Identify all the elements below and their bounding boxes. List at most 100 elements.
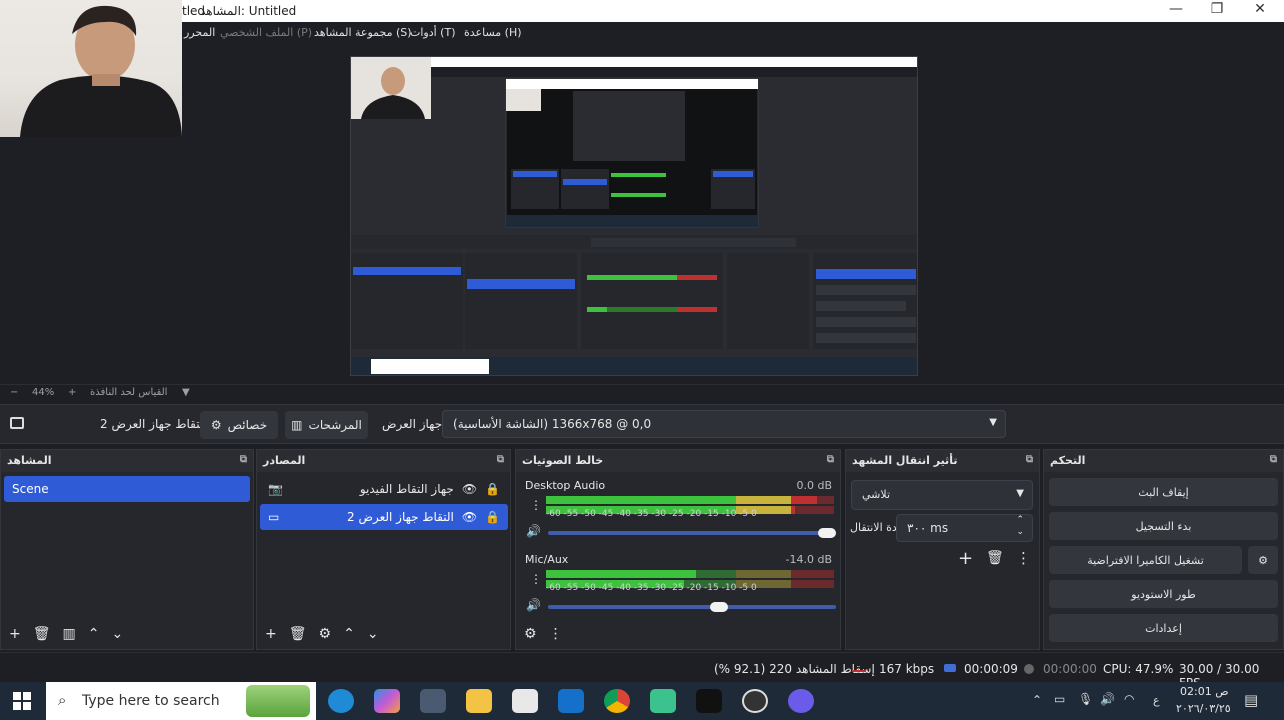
menu-help[interactable]: مساعدة (H) xyxy=(464,26,522,39)
tiktok-icon[interactable] xyxy=(696,689,722,713)
undock-icon[interactable]: ⧉ xyxy=(1026,454,1033,465)
controls-title: التحكم ⧉ xyxy=(1044,450,1283,472)
zoom-in-button[interactable]: + xyxy=(68,387,76,398)
menu-scene-collection[interactable]: مجموعة المشاهد (S) xyxy=(314,26,412,39)
settings-button[interactable]: إعدادات xyxy=(1049,614,1278,642)
language-indicator[interactable]: ع xyxy=(1153,694,1160,707)
undock-icon[interactable]: ⧉ xyxy=(240,454,247,465)
trash-icon[interactable]: 🗑 xyxy=(986,550,1004,566)
maximize-button[interactable]: ❐ xyxy=(1197,1,1237,17)
undock-icon[interactable]: ⧉ xyxy=(827,454,834,465)
source-item-video-capture[interactable]: 📷 جهاز التقاط الفيديو 👁 🔒 xyxy=(260,476,508,502)
move-up-icon[interactable]: ⌃ xyxy=(343,626,355,642)
transitions-title: تأثير انتقال المشهد ⧉ xyxy=(846,450,1039,472)
volume-slider[interactable] xyxy=(548,605,836,609)
more-options-icon[interactable]: ⋮ xyxy=(530,498,542,512)
more-options-icon[interactable]: ⋮ xyxy=(530,572,542,586)
add-icon[interactable]: + xyxy=(265,626,277,642)
scene-item[interactable]: Scene xyxy=(4,476,250,502)
add-icon[interactable]: + xyxy=(9,626,21,642)
eye-icon[interactable]: 👁 xyxy=(462,510,477,524)
advanced-audio-icon[interactable]: ⚙ xyxy=(524,626,537,642)
gear-icon[interactable]: ⚙ xyxy=(319,626,332,642)
lock-icon[interactable]: 🔒 xyxy=(485,510,500,524)
search-box[interactable]: ⌕ Type here to search xyxy=(46,682,316,720)
zoom-dropdown-icon[interactable]: ▼ xyxy=(182,387,190,398)
more-options-icon[interactable]: ⋮ xyxy=(1016,549,1031,567)
clock-date[interactable]: ٢٠٢٦/٠٣/٢٥ xyxy=(1176,702,1231,715)
bitrate: 167 kbps xyxy=(879,662,935,676)
display-select[interactable]: (الشاشة الأساسية) 1366x768 @ 0,0 ▼ xyxy=(442,410,1006,438)
store-icon[interactable] xyxy=(512,689,538,713)
chevron-down-icon: ▼ xyxy=(989,417,997,428)
display-label: جهاز العرض xyxy=(382,417,443,431)
spin-up-icon[interactable]: ⌃ xyxy=(1016,515,1024,525)
speaker-icon[interactable]: 🔊 xyxy=(526,524,541,538)
record-time: 00:00:00 xyxy=(1043,662,1097,676)
camera-icon: 📷 xyxy=(268,482,283,496)
transition-select[interactable]: تلاشي ▼ xyxy=(851,480,1033,510)
stop-streaming-button[interactable]: إيقاف البث xyxy=(1049,478,1278,506)
volume-slider-knob[interactable] xyxy=(818,528,836,538)
start-virtual-camera-button[interactable]: تشغيل الكاميرا الافتراضية xyxy=(1049,546,1242,574)
copilot-icon[interactable] xyxy=(374,689,400,713)
menu-profile[interactable]: الملف الشخصي (P) xyxy=(220,26,312,39)
close-button[interactable]: ✕ xyxy=(1240,1,1280,17)
menu-tools[interactable]: أدوات (T) xyxy=(410,26,456,39)
discord-icon[interactable] xyxy=(788,689,814,713)
minimize-button[interactable]: — xyxy=(1156,1,1196,17)
meter-zone xyxy=(790,580,834,588)
filters-label: المرشحات xyxy=(308,418,362,432)
spin-down-icon[interactable]: ⌄ xyxy=(1016,527,1024,537)
studio-mode-button[interactable]: طور الاستوديو xyxy=(1049,580,1278,608)
notifications-icon[interactable]: ▤ xyxy=(1244,691,1258,709)
obs-icon[interactable] xyxy=(742,689,768,713)
wifi-icon[interactable]: ◠ xyxy=(1124,692,1134,706)
lock-icon[interactable]: 🔒 xyxy=(485,482,500,496)
eye-icon[interactable]: 👁 xyxy=(462,482,477,496)
sources-footer: + 🗑 ⚙ ⌃ ⌄ xyxy=(257,619,510,649)
virtual-camera-settings-button[interactable]: ⚙ xyxy=(1248,546,1278,574)
move-down-icon[interactable]: ⌄ xyxy=(367,626,379,642)
speaker-icon[interactable]: 🔊 xyxy=(526,598,541,612)
trash-icon[interactable]: 🗑 xyxy=(33,626,51,642)
move-up-icon[interactable]: ⌃ xyxy=(88,626,100,642)
sheets-app-icon[interactable] xyxy=(650,689,676,713)
volume-slider-knob[interactable] xyxy=(710,602,728,612)
program-preview[interactable] xyxy=(350,56,918,376)
clock-time[interactable]: 02:01 ص xyxy=(1180,685,1229,698)
volume-icon[interactable]: 🔊 xyxy=(1100,692,1115,706)
start-recording-button[interactable]: بدء التسجيل xyxy=(1049,512,1278,540)
microphone-icon[interactable]: 🎙 xyxy=(1078,692,1093,706)
filter-icon[interactable]: ▥ xyxy=(63,626,76,642)
chevron-up-icon[interactable]: ⌃ xyxy=(1032,693,1042,707)
zoom-fit-label[interactable]: القياس لحد النافذة xyxy=(90,387,167,398)
outlook-icon[interactable] xyxy=(558,689,584,713)
duration-value: ٣٠٠ ms xyxy=(907,521,949,535)
duration-spinbox[interactable]: ٣٠٠ ms ⌃ ⌄ xyxy=(896,514,1033,542)
add-icon[interactable]: + xyxy=(958,548,973,569)
trash-icon[interactable]: 🗑 xyxy=(289,626,307,642)
undock-icon[interactable]: ⧉ xyxy=(497,454,504,465)
dropped-frames: إسقاط المشاهد 220 (92.1 %) xyxy=(714,662,875,676)
source-item-display-capture[interactable]: ▭ التقاط جهاز العرض 2 👁 🔒 xyxy=(260,504,508,530)
zoom-out-button[interactable]: − xyxy=(10,387,18,398)
windows-start-icon[interactable] xyxy=(13,692,31,710)
scenes-dock: المشاهد ⧉ Scene + 🗑 ▥ ⌃ ⌄ xyxy=(0,449,254,650)
filters-button[interactable]: ▥ المرشحات xyxy=(285,411,368,439)
meter-zone xyxy=(736,570,791,578)
status-bar: إسقاط المشاهد 220 (92.1 %) 167 kbps 00:0… xyxy=(0,652,1284,690)
transition-type: تلاشي xyxy=(862,488,891,501)
battery-icon[interactable]: ▭ xyxy=(1054,692,1065,706)
move-down-icon[interactable]: ⌄ xyxy=(111,626,123,642)
more-options-icon[interactable]: ⋮ xyxy=(549,626,563,642)
volume-slider[interactable] xyxy=(548,531,836,535)
meter-level xyxy=(790,496,817,504)
chrome-icon[interactable] xyxy=(604,689,630,713)
file-explorer-icon[interactable] xyxy=(466,689,492,713)
edge-icon[interactable] xyxy=(328,689,354,713)
properties-button[interactable]: ⚙ خصائص xyxy=(200,411,278,439)
menu-edit[interactable]: المحرر xyxy=(184,26,215,39)
undock-icon[interactable]: ⧉ xyxy=(1270,454,1277,465)
camera-app-icon[interactable] xyxy=(420,689,446,713)
